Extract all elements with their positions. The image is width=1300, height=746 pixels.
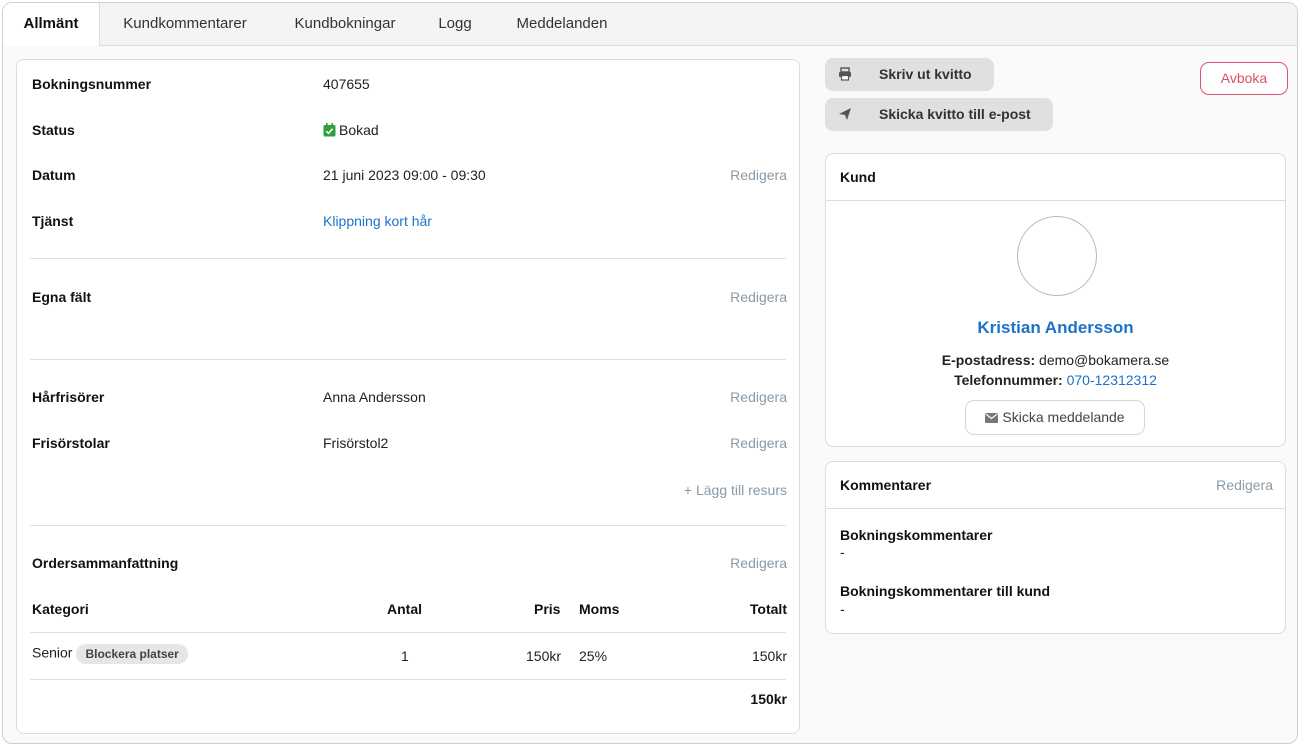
- customer-phone-line: Telefonnummer: 070-12312312: [826, 372, 1285, 388]
- col-qty: Antal: [387, 601, 422, 617]
- order-sum: 150kr: [750, 691, 787, 707]
- cancel-booking-button[interactable]: Avboka: [1200, 62, 1288, 95]
- divider: [30, 525, 786, 526]
- email-receipt-label: Skicka kvitto till e-post: [879, 106, 1031, 122]
- send-icon: [839, 108, 851, 120]
- comments-card-header: Kommentarer Redigera: [826, 462, 1285, 509]
- order-row-vat: 25%: [579, 648, 608, 664]
- customer-phone-link[interactable]: 070-12312312: [1067, 372, 1157, 388]
- send-message-label: Skicka meddelande: [1002, 409, 1125, 425]
- col-total: Totalt: [749, 601, 787, 617]
- edit-hairdresser-link[interactable]: Redigera: [730, 389, 787, 405]
- status-value: Bokad: [323, 122, 379, 138]
- calendar-check-icon: [323, 123, 336, 137]
- order-row-price: 150kr: [526, 648, 562, 664]
- printer-icon: [839, 67, 851, 81]
- customer-card: Kund Kristian Andersson E-postadress: de…: [825, 153, 1286, 447]
- status-label: Status: [32, 122, 75, 138]
- tab-customer-bookings[interactable]: Kundbokningar: [285, 3, 405, 45]
- divider: [30, 359, 786, 360]
- customer-name-link[interactable]: Kristian Andersson: [826, 318, 1285, 338]
- add-resource-link[interactable]: + Lägg till resurs: [684, 482, 787, 498]
- send-message-button[interactable]: Skicka meddelande: [965, 400, 1145, 435]
- booking-details-card: Bokningsnummer 407655 Status Bokad Datum…: [16, 59, 800, 734]
- booking-comments-label: Bokningskommentarer: [840, 527, 993, 543]
- tab-messages[interactable]: Meddelanden: [506, 3, 618, 45]
- order-row-total: 150kr: [751, 648, 787, 664]
- customer-email-line: E-postadress: demo@bokamera.se: [826, 352, 1285, 368]
- edit-comments-link[interactable]: Redigera: [1216, 477, 1273, 493]
- col-price: Pris: [534, 601, 561, 617]
- customer-avatar: [1017, 216, 1097, 296]
- edit-chair-link[interactable]: Redigera: [730, 435, 787, 451]
- print-receipt-button[interactable]: Skriv ut kvitto: [825, 58, 994, 91]
- hairdresser-label: Hårfrisörer: [32, 389, 105, 405]
- order-summary-title: Ordersammanfattning: [32, 555, 179, 571]
- edit-order-link[interactable]: Redigera: [730, 555, 787, 571]
- print-receipt-label: Skriv ut kvitto: [879, 66, 972, 82]
- service-link[interactable]: Klippning kort hår: [323, 213, 432, 229]
- custom-fields-label: Egna fält: [32, 289, 92, 305]
- order-row-category: Senior Blockera platser: [32, 644, 188, 664]
- status-text: Bokad: [339, 122, 379, 138]
- col-category: Kategori: [32, 601, 89, 617]
- block-seats-badge: Blockera platser: [76, 644, 188, 664]
- chair-label: Frisörstolar: [32, 435, 110, 451]
- edit-date-link[interactable]: Redigera: [730, 167, 787, 183]
- chair-value: Frisörstol2: [323, 435, 389, 451]
- email-receipt-button[interactable]: Skicka kvitto till e-post: [825, 98, 1053, 131]
- envelope-icon: [985, 413, 999, 423]
- booking-comments-value: -: [840, 544, 845, 560]
- divider: [30, 632, 786, 633]
- phone-label: Telefonnummer:: [954, 372, 1063, 388]
- hairdresser-value: Anna Andersson: [323, 389, 426, 405]
- tab-bar: Allmänt Kundkommentarer Kundbokningar Lo…: [3, 3, 1297, 46]
- divider: [30, 679, 786, 680]
- customer-card-header: Kund: [826, 154, 1285, 201]
- comments-card: Kommentarer Redigera Bokningskommentarer…: [825, 461, 1286, 634]
- edit-custom-fields-link[interactable]: Redigera: [730, 289, 787, 305]
- email-label: E-postadress:: [941, 352, 1036, 368]
- booking-dialog: Allmänt Kundkommentarer Kundbokningar Lo…: [2, 2, 1298, 744]
- customer-comments-label: Bokningskommentarer till kund: [840, 583, 1051, 599]
- tab-general[interactable]: Allmänt: [3, 3, 100, 46]
- tab-customer-comments[interactable]: Kundkommentarer: [115, 3, 255, 45]
- service-label: Tjänst: [32, 213, 74, 229]
- date-label: Datum: [32, 167, 76, 183]
- customer-comments-value: -: [840, 601, 845, 617]
- comments-card-title: Kommentarer: [840, 477, 932, 493]
- booking-number: 407655: [323, 76, 370, 92]
- category-name: Senior: [32, 644, 73, 661]
- customer-card-title: Kund: [840, 169, 876, 185]
- tab-log[interactable]: Logg: [433, 3, 477, 45]
- col-vat: Moms: [579, 601, 620, 617]
- booking-number-label: Bokningsnummer: [32, 76, 152, 92]
- order-row-qty: 1: [401, 648, 409, 664]
- customer-email: demo@bokamera.se: [1039, 352, 1170, 368]
- divider: [30, 258, 786, 259]
- date-value: 21 juni 2023 09:00 - 09:30: [323, 167, 486, 183]
